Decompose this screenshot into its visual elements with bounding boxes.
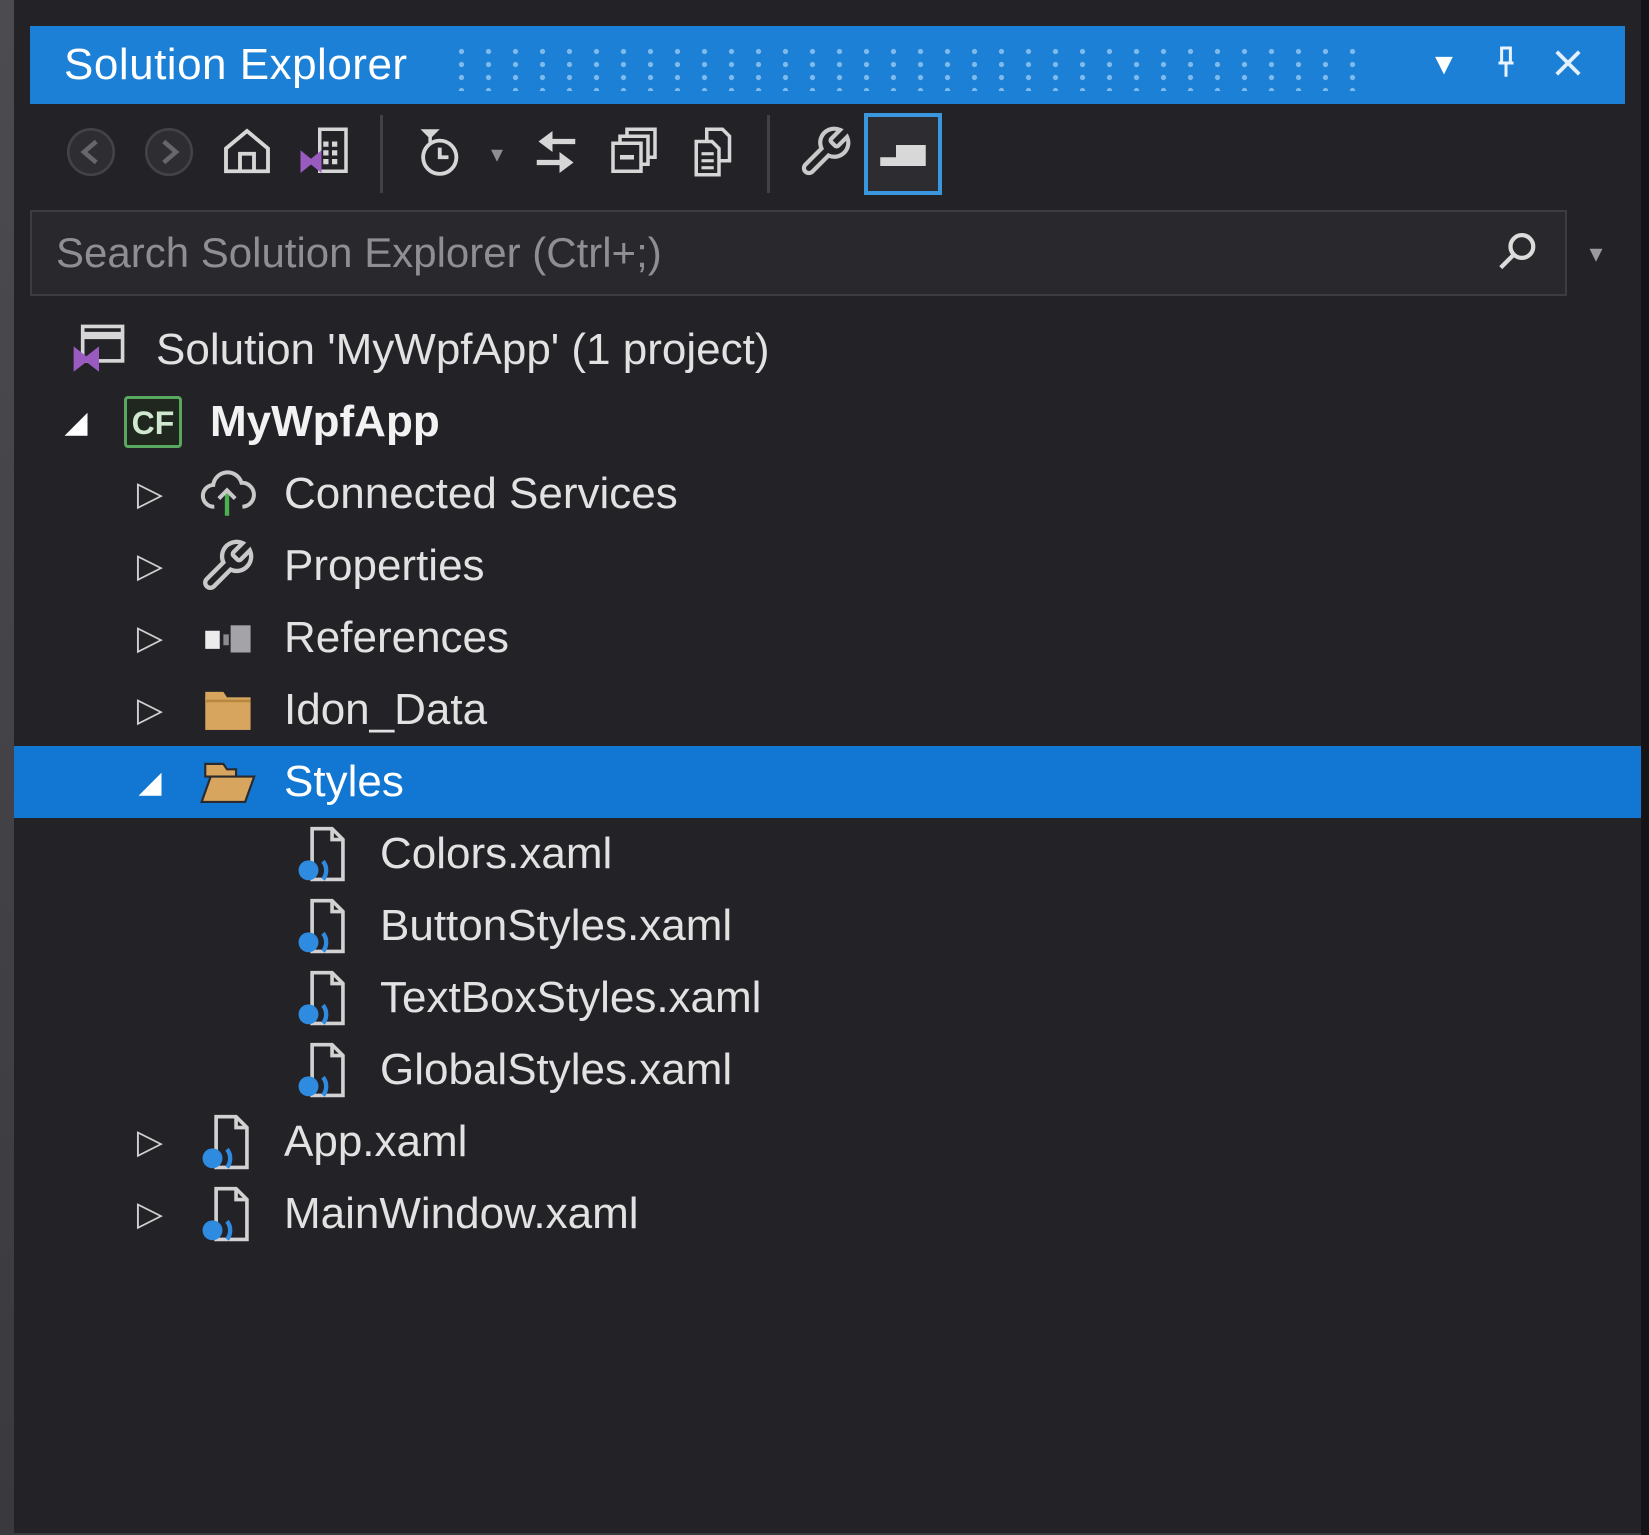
- show-all-files-button[interactable]: [673, 113, 751, 195]
- dock-edge-strip: [0, 0, 14, 1535]
- tree-item-label: ButtonStyles.xaml: [380, 901, 732, 951]
- tree-item-label: Idon_Data: [284, 685, 487, 735]
- tree-item-label: MainWindow.xaml: [284, 1189, 639, 1239]
- preview-selected-items-icon: [875, 124, 931, 185]
- tree-item-mainwindow-xaml[interactable]: ▷ MainWindow.xaml: [14, 1178, 1641, 1250]
- expand-arrow-icon[interactable]: ▷: [102, 1122, 198, 1162]
- back-button[interactable]: [52, 113, 130, 195]
- solution-tree: Solution 'MyWpfApp' (1 project)◢CFMyWpfA…: [14, 304, 1641, 1250]
- tree-item-connected-services[interactable]: ▷ Connected Services: [14, 458, 1641, 530]
- tree-item-buttonstyles-xaml[interactable]: ButtonStyles.xaml: [14, 890, 1641, 962]
- tree-item-label: MyWpfApp: [210, 397, 440, 447]
- pin-icon: [1486, 43, 1526, 88]
- csharp-project-icon: CF: [124, 393, 182, 451]
- toolbar-separator: [767, 115, 770, 193]
- forward-button[interactable]: [130, 113, 208, 195]
- wrench-icon: [198, 537, 256, 595]
- tree-item-label: Colors.xaml: [380, 829, 612, 879]
- tree-item-idon-data[interactable]: ▷ Idon_Data: [14, 674, 1641, 746]
- collapse-arrow-icon[interactable]: ◢: [28, 405, 124, 440]
- tree-item-textboxstyles-xaml[interactable]: TextBoxStyles.xaml: [14, 962, 1641, 1034]
- tree-item-app-xaml[interactable]: ▷ App.xaml: [14, 1106, 1641, 1178]
- sync-active-document-icon: [297, 124, 353, 185]
- back-icon: [63, 124, 119, 185]
- cloud-upload-icon: [198, 465, 256, 523]
- properties-button[interactable]: [786, 113, 864, 195]
- tree-item-label: References: [284, 613, 509, 663]
- expand-arrow-icon[interactable]: ▷: [102, 1194, 198, 1234]
- tree-item-label: App.xaml: [284, 1117, 467, 1167]
- wrench-icon: [797, 124, 853, 185]
- tree-item-styles[interactable]: ◢ Styles: [14, 746, 1641, 818]
- tree-item-mywpfapp[interactable]: ◢CF MyWpfApp: [14, 386, 1641, 458]
- tree-item-label: Solution 'MyWpfApp' (1 project): [156, 325, 770, 375]
- pending-changes-filter-button[interactable]: [399, 113, 477, 195]
- folder-open-icon: [198, 753, 256, 811]
- folder-closed-icon: [198, 681, 256, 739]
- solution-explorer-window: Solution Explorer ▼ ▾ ▾ Solution 'MyWpfA…: [14, 0, 1641, 1535]
- home-button[interactable]: [208, 113, 286, 195]
- tree-item-label: TextBoxStyles.xaml: [380, 973, 761, 1023]
- chevron-down-icon: ▼: [1429, 48, 1459, 82]
- search-row: ▾: [30, 210, 1625, 296]
- close-icon: [1548, 43, 1588, 88]
- csharp-project-badge: CF: [124, 396, 182, 448]
- title-drag-dots: [448, 45, 1377, 91]
- forward-icon: [141, 124, 197, 185]
- refresh-icon: [528, 124, 584, 185]
- tree-item-references[interactable]: ▷ References: [14, 602, 1641, 674]
- collapse-arrow-icon[interactable]: ◢: [102, 765, 198, 800]
- close-button[interactable]: [1537, 34, 1599, 96]
- xaml-file-icon: [294, 1041, 352, 1099]
- search-box: [30, 210, 1567, 296]
- tree-item-label: Properties: [284, 541, 485, 591]
- xaml-file-icon: [294, 825, 352, 883]
- expand-arrow-icon[interactable]: ▷: [102, 690, 198, 730]
- xaml-file-icon: [198, 1185, 256, 1243]
- window-position-button[interactable]: ▼: [1413, 34, 1475, 96]
- tree-item-colors-xaml[interactable]: Colors.xaml: [14, 818, 1641, 890]
- refresh-button[interactable]: [517, 113, 595, 195]
- solution-icon: [70, 321, 128, 379]
- tree-item-properties[interactable]: ▷ Properties: [14, 530, 1641, 602]
- auto-hide-button[interactable]: [1475, 34, 1537, 96]
- pending-changes-filter-caret[interactable]: ▾: [477, 113, 517, 195]
- tree-item-solution-mywpfapp-1-project[interactable]: Solution 'MyWpfApp' (1 project): [14, 314, 1641, 386]
- tree-item-label: Styles: [284, 757, 404, 807]
- xaml-file-icon: [198, 1113, 256, 1171]
- collapse-all-icon: [606, 124, 662, 185]
- solution-explorer-toolbar: ▾: [30, 104, 1625, 204]
- expand-arrow-icon[interactable]: ▷: [102, 618, 198, 658]
- search-icon[interactable]: [1469, 212, 1565, 294]
- toolbar-separator: [380, 115, 383, 193]
- search-input[interactable]: [32, 212, 1469, 294]
- home-icon: [219, 124, 275, 185]
- window-title: Solution Explorer: [64, 40, 408, 90]
- collapse-all-button[interactable]: [595, 113, 673, 195]
- expand-arrow-icon[interactable]: ▷: [102, 546, 198, 586]
- xaml-file-icon: [294, 897, 352, 955]
- expand-arrow-icon[interactable]: ▷: [102, 474, 198, 514]
- history-filter-icon: [410, 124, 466, 185]
- preview-selected-items-button[interactable]: [864, 113, 942, 195]
- tree-item-globalstyles-xaml[interactable]: GlobalStyles.xaml: [14, 1034, 1641, 1106]
- search-options-caret[interactable]: ▾: [1567, 210, 1625, 296]
- references-icon: [198, 609, 256, 667]
- tool-window-title-bar[interactable]: Solution Explorer ▼: [30, 26, 1625, 104]
- sync-with-active-document-button[interactable]: [286, 113, 364, 195]
- show-all-files-icon: [684, 124, 740, 185]
- tree-item-label: Connected Services: [284, 469, 678, 519]
- xaml-file-icon: [294, 969, 352, 1027]
- tree-item-label: GlobalStyles.xaml: [380, 1045, 732, 1095]
